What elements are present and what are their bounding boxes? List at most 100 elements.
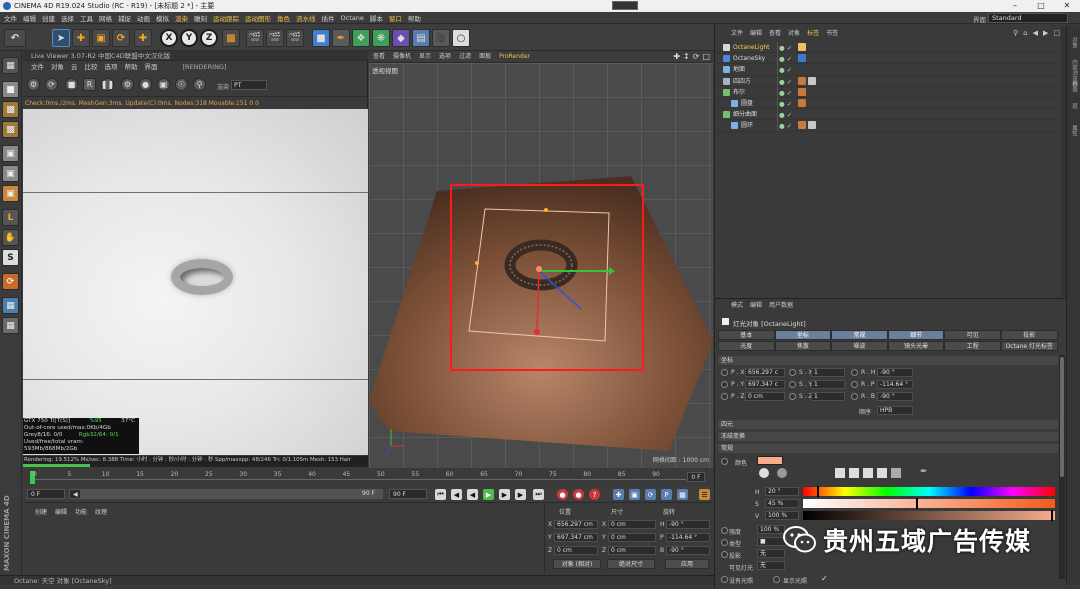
material-menu-item[interactable]: 编辑 <box>55 507 67 516</box>
object-name[interactable]: 四四方 <box>733 76 751 87</box>
polygons-mode-icon[interactable]: ▣ <box>2 185 19 202</box>
workplane-icon[interactable]: ⟳ <box>2 273 19 290</box>
value-slider[interactable] <box>803 510 1055 521</box>
om-menu-item[interactable]: 对象 <box>788 29 800 39</box>
object-name[interactable]: OctaneLight <box>733 42 770 53</box>
coord-size-field[interactable]: 0 cm <box>608 520 656 529</box>
attr-tab[interactable]: 坐标 <box>774 330 832 340</box>
points-mode-icon[interactable]: ▣ <box>2 145 19 162</box>
attr-menu-item[interactable]: 编辑 <box>750 301 762 311</box>
render-view-icon[interactable]: 🎬 <box>246 29 264 47</box>
no-light-radio[interactable] <box>721 576 728 583</box>
coord-p-field[interactable]: 656.297 c <box>745 368 785 377</box>
play-icon[interactable]: ▶ <box>483 489 494 500</box>
section-coord[interactable]: 坐标 <box>718 356 1058 365</box>
tag-icon[interactable] <box>808 121 816 130</box>
coord-anim-radio[interactable] <box>851 393 858 400</box>
type-anim-radio[interactable] <box>721 539 728 546</box>
order-select[interactable]: HPB <box>877 406 913 415</box>
light-handle-left[interactable] <box>475 261 479 265</box>
axis-y-button[interactable]: Y <box>180 29 198 47</box>
attr-menu-item[interactable]: 用户数据 <box>769 301 793 311</box>
close-icon[interactable]: ✕ <box>1058 1 1076 11</box>
coord-position-field[interactable]: 697.347 cm <box>554 533 598 542</box>
attr-tab[interactable]: 可见 <box>944 330 1001 340</box>
h-field[interactable]: 20 ° <box>765 487 799 496</box>
zoom-icon[interactable]: ↕ <box>683 52 690 61</box>
timeline[interactable]: 0 5 10 15 20 25 30 35 40 45 50 55 60 65 70 75 80 85 90 0 F <box>23 469 713 485</box>
home-icon[interactable]: ⌂ <box>1023 29 1027 37</box>
object-row[interactable]: 细分曲面 ● ✓ <box>715 109 1067 121</box>
prev-frame-icon[interactable]: ◀ <box>467 489 478 500</box>
attr-tab[interactable]: 投影 <box>1001 330 1058 340</box>
object-name[interactable]: 地面 <box>733 64 745 75</box>
attr-tab[interactable]: 光度 <box>718 341 775 351</box>
edges-mode-icon[interactable]: ▣ <box>2 165 19 182</box>
key-scale-icon[interactable]: ▣ <box>629 489 640 500</box>
coord-anim-radio[interactable] <box>789 369 796 376</box>
next-key-icon[interactable]: ▶ <box>515 489 526 500</box>
om-menu-item[interactable]: 文件 <box>731 29 743 39</box>
menu-item[interactable]: 编辑 <box>23 13 36 23</box>
lv-menu-item[interactable]: 界面 <box>145 62 158 72</box>
coord-s-field[interactable]: 1 <box>811 380 845 389</box>
coord-anim-radio[interactable] <box>851 381 858 388</box>
coord-r-field[interactable]: -90 ° <box>877 368 913 377</box>
viewport-menu-item[interactable]: 显示 <box>419 51 431 62</box>
coord-system-icon[interactable]: ▩ <box>222 29 240 47</box>
first-frame-icon[interactable]: ⏮ <box>435 489 446 500</box>
attr-tab[interactable]: 细节 <box>887 330 945 340</box>
eyedropper-icon[interactable]: ✒ <box>920 467 928 477</box>
maximize-icon[interactable]: □ <box>1032 1 1050 11</box>
viewport-menu-item[interactable]: 摄像机 <box>393 51 411 62</box>
key-rotation-icon[interactable]: ⟳ <box>645 489 656 500</box>
move-icon[interactable]: ✚ <box>72 29 90 47</box>
coord-rotation-field[interactable]: -90 ° <box>666 520 710 529</box>
viewport-menu-item[interactable]: 选项 <box>439 51 451 62</box>
object-row[interactable]: OctaneSky ● ✓ <box>715 53 1067 65</box>
key-pla-icon[interactable]: ▦ <box>677 489 688 500</box>
back-icon[interactable]: ◀ <box>1033 29 1038 37</box>
om-menu-item[interactable]: 标签 <box>807 29 819 39</box>
forward-icon[interactable]: ▶ <box>1043 29 1048 37</box>
frame-range-slider[interactable] <box>81 489 383 499</box>
tweak-mode-icon[interactable]: ✋ <box>2 229 19 246</box>
pick-icon[interactable]: ⚲ <box>193 78 206 91</box>
model-mode-icon[interactable]: ■ <box>2 81 19 98</box>
coord-size-field[interactable]: 0 cm <box>608 546 656 555</box>
recent-tool-icon[interactable]: ✚ <box>134 29 152 47</box>
axis-x-button[interactable]: X <box>160 29 178 47</box>
last-frame-icon[interactable]: ⏭ <box>533 489 544 500</box>
menu-item[interactable]: 脚本 <box>370 13 383 23</box>
coord-mode-select[interactable]: 对象 (相对) <box>553 559 601 569</box>
lock-icon[interactable]: □ <box>1053 29 1060 37</box>
spectrum-icon[interactable] <box>777 468 787 478</box>
rotate-icon[interactable]: ⟳ <box>112 29 130 47</box>
menu-item[interactable]: 创建 <box>42 13 55 23</box>
render-settings-gear-icon[interactable]: ⚙ <box>121 78 134 91</box>
saturation-slider[interactable] <box>803 498 1055 509</box>
object-row[interactable]: 地面 ● ✓ <box>715 64 1067 76</box>
material-menu-item[interactable]: 纹理 <box>95 507 107 516</box>
lv-menu-item[interactable]: 比较 <box>85 62 98 72</box>
menu-item[interactable]: 窗口 <box>389 13 402 23</box>
object-row[interactable]: 四四方 ● ✓ <box>715 75 1067 87</box>
region-render-icon[interactable]: ▣ <box>157 78 170 91</box>
viewport-menu-item[interactable]: ProRender <box>499 51 530 62</box>
object-row[interactable]: 圆环 ● ✓ <box>715 120 1067 132</box>
om-menu-item[interactable]: 编辑 <box>750 29 762 39</box>
tag-icon[interactable] <box>808 76 816 85</box>
object-name[interactable]: OctaneSky <box>733 53 765 64</box>
menu-item[interactable]: 网格 <box>99 13 112 23</box>
attr-tab[interactable]: 焦散 <box>774 341 832 351</box>
search-icon[interactable]: ⚲ <box>1013 29 1018 37</box>
color-swatch[interactable] <box>757 456 783 465</box>
coord-anim-radio[interactable] <box>851 369 858 376</box>
menu-item[interactable]: 选择 <box>61 13 74 23</box>
coord-rotation-field[interactable]: -114.64 ° <box>666 533 710 542</box>
visible-light-select[interactable]: 无 <box>757 561 785 570</box>
coord-anim-radio[interactable] <box>789 381 796 388</box>
object-name[interactable]: 圆环 <box>741 120 753 131</box>
tag-icon[interactable] <box>798 54 806 63</box>
visibility-flags[interactable]: ● ✓ <box>779 121 792 132</box>
